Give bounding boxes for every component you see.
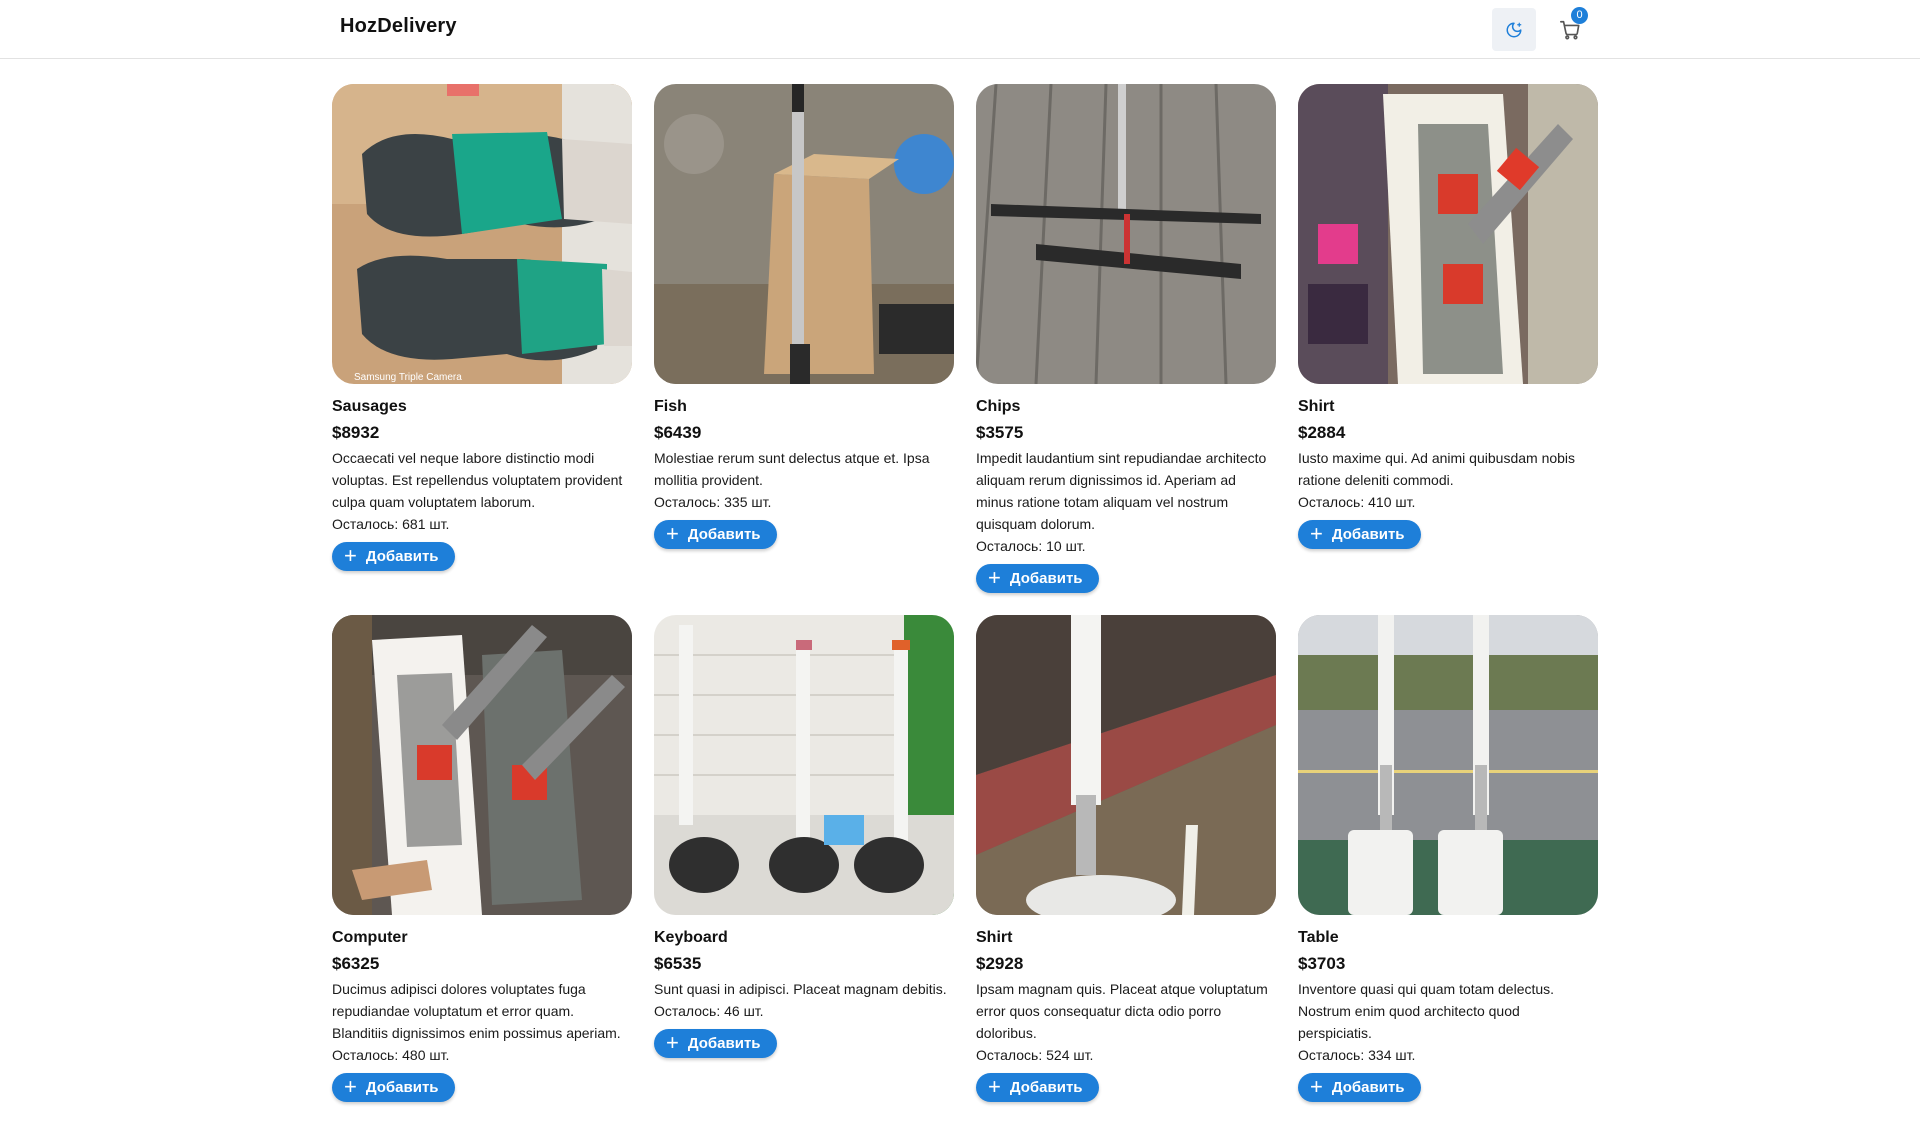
add-to-cart-button[interactable]: + Добавить bbox=[332, 542, 455, 571]
product-image[interactable] bbox=[1298, 615, 1598, 915]
cart-count-badge: 0 bbox=[1571, 7, 1588, 24]
product-title: Computer bbox=[332, 929, 408, 946]
product-title: Fish bbox=[654, 398, 687, 415]
add-to-cart-button[interactable]: + Добавить bbox=[1298, 1073, 1421, 1102]
product-description: Iusto maxime qui. Ad animi quibusdam nob… bbox=[1298, 450, 1576, 488]
plus-icon: + bbox=[666, 1029, 679, 1055]
product-description: Impedit laudantium sint repudiandae arch… bbox=[976, 450, 1267, 532]
product-card: Shirt $2928 Ipsam magnam quis. Placeat a… bbox=[976, 615, 1276, 1146]
product-description: Molestiae rerum sunt delectus atque et. … bbox=[654, 450, 930, 488]
add-to-cart-button[interactable]: + Добавить bbox=[654, 520, 777, 549]
product-title: Table bbox=[1298, 929, 1339, 946]
product-stock: Осталось: 410 шт. bbox=[1298, 494, 1416, 510]
product-stock: Осталось: 480 шт. bbox=[332, 1047, 450, 1063]
product-price: $2884 bbox=[1298, 423, 1346, 442]
product-card: Shirt $2884 Iusto maxime qui. Ad animi q… bbox=[1298, 84, 1598, 615]
add-to-cart-button[interactable]: + Добавить bbox=[654, 1029, 777, 1058]
product-card: Chips $3575 Impedit laudantium sint repu… bbox=[976, 84, 1276, 615]
product-stock: Осталось: 46 шт. bbox=[654, 1003, 764, 1019]
add-to-cart-button[interactable]: + Добавить bbox=[976, 564, 1099, 593]
plus-icon: + bbox=[666, 520, 679, 546]
add-to-cart-label: Добавить bbox=[1331, 1079, 1405, 1096]
product-image[interactable]: Samsung Triple Camera bbox=[332, 84, 632, 384]
product-stock: Осталось: 334 шт. bbox=[1298, 1047, 1416, 1063]
product-image[interactable] bbox=[1298, 84, 1598, 384]
product-title: Shirt bbox=[1298, 398, 1335, 415]
product-price: $3703 bbox=[1298, 954, 1346, 973]
product-price: $6535 bbox=[654, 954, 702, 973]
product-image[interactable] bbox=[654, 615, 954, 915]
product-title: Sausages bbox=[332, 398, 407, 415]
product-title: Shirt bbox=[976, 929, 1013, 946]
product-title: Keyboard bbox=[654, 929, 728, 946]
product-description: Occaecati vel neque labore distinctio mo… bbox=[332, 450, 623, 510]
moon-icon bbox=[1506, 22, 1522, 37]
product-title: Chips bbox=[976, 398, 1021, 415]
product-price: $6439 bbox=[654, 423, 702, 442]
product-image[interactable] bbox=[976, 615, 1276, 915]
plus-icon: + bbox=[1310, 520, 1323, 546]
product-card: Fish $6439 Molestiae rerum sunt delectus… bbox=[654, 84, 954, 615]
product-card: Samsung Triple Camera Sausages $8932 Occ… bbox=[332, 84, 632, 615]
add-to-cart-label: Добавить bbox=[1009, 1079, 1083, 1096]
plus-icon: + bbox=[344, 542, 357, 568]
add-to-cart-label: Добавить bbox=[365, 548, 439, 565]
site-header: HozDelivery 0 bbox=[0, 0, 1920, 59]
product-stock: Осталось: 335 шт. bbox=[654, 494, 772, 510]
product-image[interactable] bbox=[654, 84, 954, 384]
product-description: Inventore quasi qui quam totam delectus.… bbox=[1298, 981, 1555, 1041]
product-image[interactable] bbox=[332, 615, 632, 915]
add-to-cart-label: Добавить bbox=[1009, 570, 1083, 587]
add-to-cart-button[interactable]: + Добавить bbox=[332, 1073, 455, 1102]
add-to-cart-button[interactable]: + Добавить bbox=[976, 1073, 1099, 1102]
product-card: Computer $6325 Ducimus adipisci dolores … bbox=[332, 615, 632, 1146]
theme-toggle-button[interactable] bbox=[1492, 8, 1536, 51]
product-card: Keyboard $6535 Sunt quasi in adipisci. P… bbox=[654, 615, 954, 1146]
add-to-cart-label: Добавить bbox=[365, 1079, 439, 1096]
product-description: Ducimus adipisci dolores voluptates fuga… bbox=[332, 981, 621, 1041]
product-stock: Осталось: 10 шт. bbox=[976, 538, 1086, 554]
site-logo[interactable]: HozDelivery bbox=[340, 15, 457, 38]
add-to-cart-label: Добавить bbox=[687, 1035, 761, 1052]
product-price: $2928 bbox=[976, 954, 1024, 973]
product-stock: Осталось: 681 шт. bbox=[332, 516, 450, 532]
product-price: $6325 bbox=[332, 954, 380, 973]
add-to-cart-button[interactable]: + Добавить bbox=[1298, 520, 1421, 549]
product-description: Sunt quasi in adipisci. Placeat magnam d… bbox=[654, 981, 947, 997]
plus-icon: + bbox=[988, 564, 1001, 590]
product-image[interactable] bbox=[976, 84, 1276, 384]
image-caption: Samsung Triple Camera bbox=[354, 372, 462, 383]
product-card: Table $3703 Inventore quasi qui quam tot… bbox=[1298, 615, 1598, 1146]
product-description: Ipsam magnam quis. Placeat atque volupta… bbox=[976, 981, 1268, 1041]
product-stock: Осталось: 524 шт. bbox=[976, 1047, 1094, 1063]
add-to-cart-label: Добавить bbox=[1331, 526, 1405, 543]
add-to-cart-label: Добавить bbox=[687, 526, 761, 543]
product-price: $3575 bbox=[976, 423, 1024, 442]
product-price: $8932 bbox=[332, 423, 380, 442]
product-grid: Samsung Triple Camera Sausages $8932 Occ… bbox=[332, 84, 1598, 1146]
